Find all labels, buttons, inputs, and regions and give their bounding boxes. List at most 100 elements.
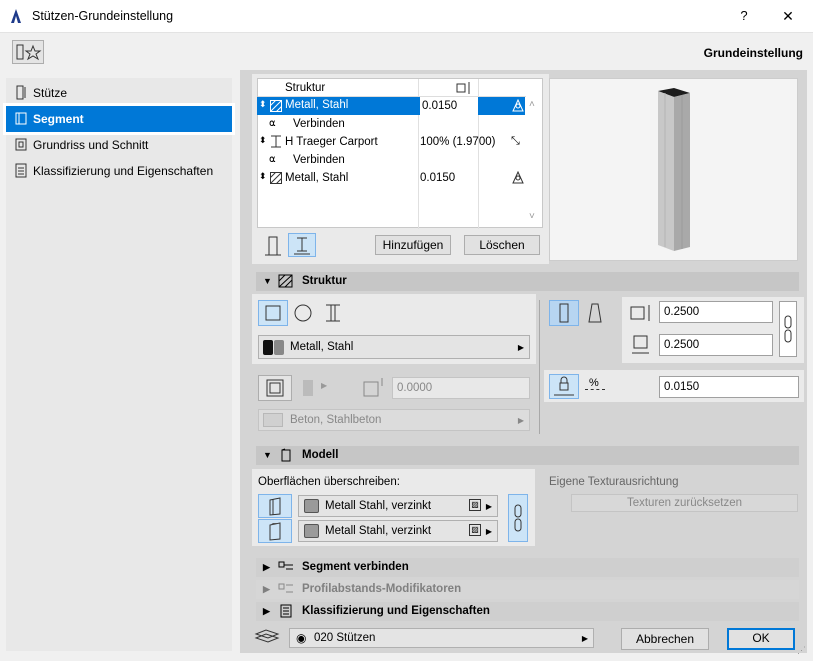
column-icon (16, 85, 26, 100)
i-profile-icon (326, 304, 340, 322)
percent-symbol: % (589, 377, 599, 389)
preview-3d[interactable] (549, 78, 798, 261)
chevron-right-icon: ▶ (321, 381, 328, 390)
sidebar-item-label: Segment (33, 112, 84, 126)
scroll-down-icon[interactable]: ˅ (529, 211, 535, 222)
lock-icon (554, 376, 574, 396)
circle-shape-button[interactable] (290, 300, 316, 326)
section-klassifizierung[interactable]: ▶ Klassifizierung und Eigenschaften (256, 602, 799, 621)
window-title: Stützen-Grundeinstellung (32, 9, 174, 23)
list-item[interactable]: ⬍ Metall, Stahl 0.0150 (257, 169, 525, 187)
chevron-right-icon: ▶ (517, 343, 524, 352)
profile-offset-icon (278, 583, 293, 593)
sidebar-item-stuetze[interactable]: Stütze (6, 80, 232, 106)
texture-picker-icon: ▨ (469, 524, 481, 536)
layer-label: 020 Stützen (314, 632, 376, 644)
structural-function-icon[interactable] (512, 99, 524, 112)
title-bar: Stützen-Grundeinstellung ? ✕ (0, 0, 813, 33)
chain-link-icon (514, 504, 522, 532)
resize-grip[interactable]: ⋰ (797, 645, 809, 657)
row-name: Metall, Stahl (285, 172, 349, 184)
section-modell[interactable]: ▼ Modell (256, 446, 799, 465)
segment-join-icon (278, 561, 293, 570)
core-frame-button[interactable] (258, 375, 292, 401)
straight-column-button[interactable] (549, 300, 579, 326)
sidebar-item-klassifizierung[interactable]: Klassifizierung und Eigenschaften (6, 158, 232, 184)
column-type-button[interactable] (261, 233, 285, 257)
header-label: Grundeinstellung (703, 46, 803, 60)
profile-type-button[interactable] (288, 233, 316, 257)
rectangle-icon (265, 305, 281, 321)
material-dropdown[interactable]: Metall, Stahl ▶ (258, 335, 530, 359)
close-button[interactable]: ✕ (776, 6, 800, 26)
tapered-column-button[interactable] (582, 300, 608, 326)
material-swatch-icon (263, 340, 273, 355)
drag-handle-icon[interactable]: ⬍ (259, 99, 267, 110)
list-item[interactable]: ⍺ Verbinden (257, 115, 525, 133)
scroll-up-icon[interactable]: ˄ (529, 99, 535, 110)
surface2-label: Metall Stahl, verzinkt (325, 525, 432, 537)
list-item[interactable]: ⍺ Verbinden (257, 151, 525, 169)
circle-icon (294, 304, 312, 322)
collapse-icon: ▼ (263, 450, 272, 460)
sidebar-item-segment[interactable]: Segment (3, 103, 235, 135)
ok-button[interactable]: OK (727, 628, 795, 650)
surface2-dropdown[interactable]: Metall Stahl, verzinkt ▨ ▶ (298, 520, 498, 542)
surface-top-icon (269, 522, 281, 541)
add-button[interactable]: Hinzufügen (375, 235, 451, 255)
chevron-right-icon: ▶ (517, 416, 524, 425)
surface-side-button[interactable] (258, 494, 292, 518)
reset-textures-button: Texturen zurücksetzen (571, 494, 798, 512)
material-swatch-icon (274, 340, 284, 355)
link-surfaces-button[interactable] (508, 494, 528, 542)
section-struktur[interactable]: ▼ Struktur (256, 272, 799, 291)
surface1-dropdown[interactable]: Metall Stahl, verzinkt ▨ ▶ (298, 495, 498, 517)
depth-icon (632, 335, 649, 354)
percent-toggle[interactable]: % (585, 376, 607, 398)
scale-icon[interactable]: ⤡ (511, 135, 520, 148)
rectangle-shape-button[interactable] (258, 300, 288, 326)
list-item[interactable]: ⬍ H Traeger Carport 100% (1.9700) ⤡ (257, 133, 525, 151)
favorites-button[interactable] (12, 40, 44, 64)
depth-input[interactable]: 0.2500 (659, 334, 773, 356)
sidebar-item-label: Klassifizierung und Eigenschaften (33, 164, 214, 178)
sidebar-item-label: Stütze (33, 86, 68, 100)
offset-input[interactable]: 0.0150 (659, 376, 799, 398)
structure-header-label: Struktur (285, 82, 326, 94)
link-dimensions-button[interactable] (779, 301, 797, 357)
drag-handle-icon[interactable]: ⬍ (259, 171, 267, 182)
chevron-right-icon: ▶ (485, 502, 492, 511)
layer-dropdown[interactable]: ◉ 020 Stützen ▶ (289, 628, 594, 648)
surface-top-button[interactable] (258, 519, 292, 543)
core-fill-button: ▶ (297, 376, 333, 400)
hatch-fill-icon (270, 100, 282, 112)
row-name: Metall, Stahl (285, 99, 349, 111)
column-type-icon (265, 236, 281, 256)
lock-offset-button[interactable] (549, 374, 579, 399)
section-segment-verbinden[interactable]: ▶ Segment verbinden (256, 558, 799, 577)
section-label: Modell (302, 449, 339, 461)
surface-swatch-icon (304, 524, 319, 538)
tapered-column-icon (588, 303, 602, 323)
drag-handle-icon[interactable]: ⬍ (259, 135, 267, 146)
row-value: 100% (1.9700) (420, 136, 496, 148)
thickness-header-icon (456, 82, 470, 94)
width-input[interactable]: 0.2500 (659, 301, 773, 323)
dimension-line-icon (585, 389, 605, 390)
list-item[interactable]: ⬍ Metall, Stahl 0.0150 (257, 97, 525, 115)
sidebar-item-grundriss[interactable]: Grundriss und Schnitt (6, 132, 232, 158)
cancel-button[interactable]: Abbrechen (621, 628, 709, 650)
texture-orientation-label: Eigene Texturausrichtung (549, 476, 679, 488)
help-button[interactable]: ? (733, 6, 755, 26)
structure-scrollbar[interactable]: ˄ ˅ (526, 79, 542, 227)
structure-list-header: Struktur (258, 79, 526, 229)
hatch-fill-icon (270, 172, 282, 184)
sidebar: Stütze Segment Grundriss und Schnitt Kla… (3, 78, 235, 651)
column-preview-image (658, 88, 690, 251)
classification-icon (15, 163, 27, 178)
surface1-label: Metall Stahl, verzinkt (325, 500, 432, 512)
profile-type-icon (294, 237, 310, 255)
structural-function-icon[interactable] (512, 171, 524, 184)
profile-shape-button[interactable] (320, 300, 346, 326)
delete-button[interactable]: Löschen (464, 235, 540, 255)
